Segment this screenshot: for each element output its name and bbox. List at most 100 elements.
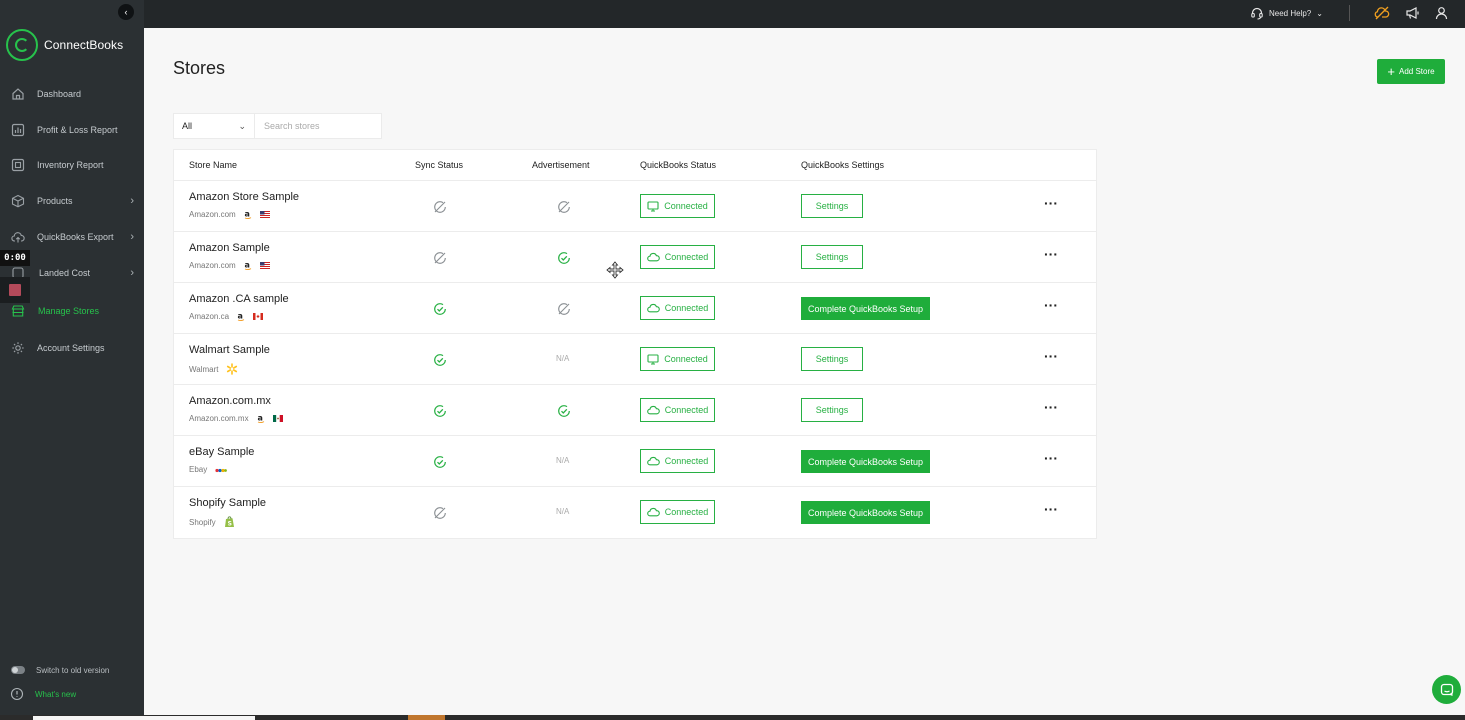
us-flag-icon bbox=[252, 262, 270, 269]
chat-launcher-button[interactable] bbox=[1432, 675, 1461, 704]
quickbooks-status-button[interactable]: Connected bbox=[640, 500, 715, 524]
more-options-icon[interactable]: ··· bbox=[1044, 196, 1058, 210]
store-name[interactable]: Shopify Sample bbox=[189, 497, 266, 509]
svg-text:a: a bbox=[238, 312, 243, 321]
table-row: Amazon Sample Amazon.com a Connected Set… bbox=[174, 232, 1096, 283]
complete-quickbooks-setup-button[interactable]: Complete QuickBooks Setup bbox=[801, 501, 930, 524]
collapse-sidebar-button[interactable]: ‹ bbox=[118, 4, 134, 20]
column-header-quickbooks-status[interactable]: QuickBooks Status bbox=[640, 160, 716, 170]
store-marketplace: Ebay bbox=[189, 465, 228, 474]
quickbooks-settings-button[interactable]: Settings bbox=[801, 194, 863, 218]
sidebar-item-label: Profit & Loss Report bbox=[37, 125, 118, 135]
quickbooks-settings-button[interactable]: Settings bbox=[801, 398, 863, 422]
sidebar-item-quickbooks-export[interactable]: QuickBooks Export › bbox=[0, 223, 144, 251]
quickbooks-status-button[interactable]: Connected bbox=[640, 296, 715, 320]
store-marketplace: Walmart bbox=[189, 363, 238, 375]
marketplace-label: Amazon.com bbox=[189, 210, 236, 219]
logo-text: ConnectBooks bbox=[44, 38, 124, 52]
chevron-down-icon: ⌄ bbox=[238, 120, 246, 131]
quickbooks-status-label: Connected bbox=[664, 507, 709, 517]
chart-icon bbox=[10, 122, 26, 138]
switch-old-version-label: Switch to old version bbox=[36, 665, 110, 675]
whats-new-label: What's new bbox=[35, 689, 77, 699]
chevron-down-icon: ⌄ bbox=[1316, 8, 1323, 18]
need-help-dropdown[interactable]: Need Help? ⌄ bbox=[1250, 3, 1323, 23]
quickbooks-status-button[interactable]: Connected bbox=[640, 245, 715, 269]
whats-new-link[interactable]: What's new bbox=[0, 685, 144, 703]
monitor-icon bbox=[647, 200, 659, 212]
sidebar-item-products[interactable]: Products › bbox=[0, 187, 144, 215]
chevron-left-icon: ‹ bbox=[124, 7, 128, 17]
sidebar-item-profit-loss[interactable]: Profit & Loss Report bbox=[0, 116, 144, 144]
more-options-icon[interactable]: ··· bbox=[1044, 451, 1058, 465]
ad-sync-off-icon bbox=[557, 200, 571, 214]
toggle-icon bbox=[11, 666, 25, 674]
more-options-icon[interactable]: ··· bbox=[1044, 400, 1058, 414]
logo[interactable]: ConnectBooks bbox=[6, 29, 123, 61]
ad-sync-on-icon bbox=[557, 404, 571, 418]
sync-on-icon bbox=[433, 455, 447, 469]
svg-text:a: a bbox=[257, 414, 262, 423]
marketplace-label: Shopify bbox=[189, 517, 216, 527]
ad-sync-on-icon bbox=[557, 251, 571, 265]
megaphone-icon[interactable] bbox=[1403, 4, 1421, 22]
store-name[interactable]: Walmart Sample bbox=[189, 344, 270, 356]
sync-on-icon bbox=[433, 404, 447, 418]
chevron-right-icon: › bbox=[130, 267, 134, 279]
column-header-quickbooks-settings[interactable]: QuickBooks Settings bbox=[801, 160, 884, 170]
quickbooks-status-label: Connected bbox=[664, 354, 708, 364]
quickbooks-settings-button[interactable]: Settings bbox=[801, 347, 863, 371]
store-marketplace: Shopify S bbox=[189, 516, 235, 528]
sidebar-item-inventory-report[interactable]: Inventory Report bbox=[0, 151, 144, 179]
more-options-icon[interactable]: ··· bbox=[1044, 247, 1058, 261]
walmart-logo-icon bbox=[226, 363, 238, 375]
column-header-sync-status[interactable]: Sync Status bbox=[415, 160, 463, 170]
sidebar-item-account-settings[interactable]: Account Settings bbox=[0, 334, 144, 362]
search-stores-input[interactable] bbox=[255, 114, 381, 138]
store-name[interactable]: Amazon.com.mx bbox=[189, 395, 271, 407]
sidebar-item-label: QuickBooks Export bbox=[37, 232, 114, 242]
sync-off-icon[interactable] bbox=[1373, 4, 1391, 22]
store-type-select[interactable]: All ⌄ bbox=[174, 114, 255, 138]
us-flag-icon bbox=[252, 211, 270, 218]
monitor-icon bbox=[647, 353, 659, 365]
sidebar-item-label: Account Settings bbox=[37, 343, 105, 353]
store-filter-bar: All ⌄ bbox=[173, 113, 382, 139]
quickbooks-status-label: Connected bbox=[664, 456, 709, 466]
switch-old-version[interactable]: Switch to old version bbox=[0, 661, 144, 679]
recording-timer: 0:00 bbox=[0, 250, 30, 266]
complete-quickbooks-setup-button[interactable]: Complete QuickBooks Setup bbox=[801, 297, 930, 320]
store-name[interactable]: eBay Sample bbox=[189, 446, 254, 458]
quickbooks-status-button[interactable]: Connected bbox=[640, 194, 715, 218]
store-name[interactable]: Amazon .CA sample bbox=[189, 293, 289, 305]
ad-sync-off-icon bbox=[557, 302, 571, 316]
sidebar-item-dashboard[interactable]: Dashboard bbox=[0, 80, 144, 108]
move-cursor-icon bbox=[606, 261, 624, 279]
shopify-logo-icon: S bbox=[224, 516, 235, 528]
store-name[interactable]: Amazon Sample bbox=[189, 242, 270, 254]
svg-text:a: a bbox=[244, 261, 249, 270]
store-name[interactable]: Amazon Store Sample bbox=[189, 191, 299, 203]
more-options-icon[interactable]: ··· bbox=[1044, 298, 1058, 312]
sidebar: ‹ ConnectBooks Dashboard Profit & Loss R… bbox=[0, 0, 144, 720]
store-type-selected: All bbox=[182, 121, 193, 131]
more-options-icon[interactable]: ··· bbox=[1044, 349, 1058, 363]
quickbooks-status-button[interactable]: Connected bbox=[640, 347, 715, 371]
more-options-icon[interactable]: ··· bbox=[1044, 502, 1058, 516]
user-icon[interactable] bbox=[1432, 4, 1450, 22]
quickbooks-settings-button[interactable]: Settings bbox=[801, 245, 863, 269]
add-store-button[interactable]: + Add Store bbox=[1377, 59, 1445, 84]
marketplace-label: Amazon.ca bbox=[189, 312, 230, 321]
quickbooks-status-button[interactable]: Connected bbox=[640, 398, 715, 422]
column-header-store-name[interactable]: Store Name bbox=[189, 160, 237, 170]
complete-quickbooks-setup-button[interactable]: Complete QuickBooks Setup bbox=[801, 450, 930, 473]
logo-mark-icon bbox=[6, 29, 38, 61]
cloud-upload-icon bbox=[10, 229, 26, 245]
quickbooks-status-button[interactable]: Connected bbox=[640, 449, 715, 473]
chat-icon bbox=[1440, 683, 1453, 696]
page-title: Stores bbox=[173, 58, 226, 78]
column-header-advertisement[interactable]: Advertisement bbox=[532, 160, 590, 170]
advertisement-na: N/A bbox=[556, 354, 570, 363]
stop-recording-button[interactable] bbox=[0, 277, 30, 303]
quickbooks-status-label: Connected bbox=[664, 201, 708, 211]
